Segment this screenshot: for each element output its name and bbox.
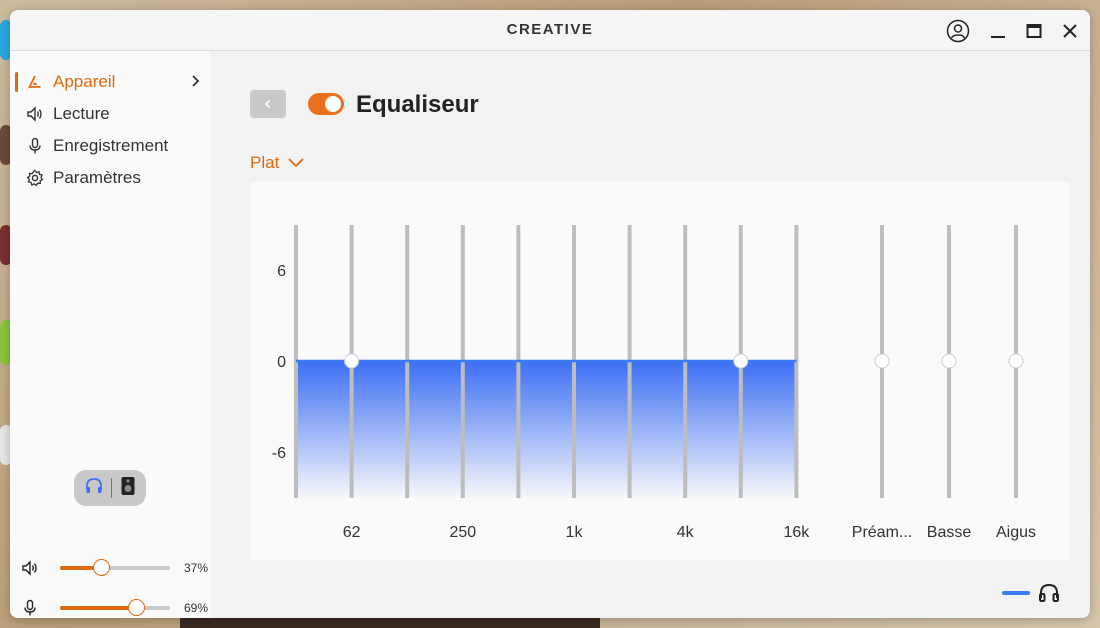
band-label: 16k bbox=[784, 524, 811, 541]
speaker-icon bbox=[20, 559, 40, 577]
band-label: 62 bbox=[343, 524, 361, 541]
mic-slider-row: 69% bbox=[20, 596, 210, 618]
y-tick-label: 0 bbox=[277, 354, 286, 371]
output-device-toggle[interactable] bbox=[74, 470, 146, 506]
extra-slider-handle bbox=[1008, 353, 1024, 369]
mic-slider-fill bbox=[60, 606, 136, 610]
sidebar-item-label: Paramètres bbox=[53, 168, 141, 187]
mic-slider[interactable] bbox=[60, 599, 170, 616]
equalizer-chart: 6 0 -6 62 250 1k 4k 16k Préam... Basse Aigus bbox=[272, 225, 1036, 541]
title-bar: CREATIVE bbox=[10, 10, 1090, 51]
sidebar: Appareil Lecture Enregistrement Paramètr… bbox=[10, 51, 210, 618]
minimize-icon bbox=[991, 36, 1005, 38]
main-content: Equaliseur Plat 6 0 -6 62 250 1k 4k 16k Préam...… bbox=[210, 51, 1090, 618]
legend-line bbox=[1002, 591, 1030, 595]
app-window: CREATIVE Appareil Lecture Enregistrement… bbox=[10, 10, 1090, 618]
sidebar-item-appareil[interactable]: Appareil bbox=[10, 68, 210, 96]
volume-slider-handle[interactable] bbox=[92, 559, 110, 576]
gear-icon bbox=[25, 168, 45, 188]
band-label: 1k bbox=[566, 524, 584, 541]
maximize-button[interactable] bbox=[1021, 18, 1047, 44]
y-tick-label: 6 bbox=[277, 263, 286, 280]
y-tick-label: -6 bbox=[272, 445, 286, 462]
volume-percent: 37% bbox=[184, 561, 209, 575]
brand-logo: CREATIVE bbox=[506, 21, 594, 38]
band-slider-handle bbox=[733, 353, 749, 369]
sidebar-item-label: Lecture bbox=[53, 104, 110, 123]
headphones-icon bbox=[1037, 581, 1061, 610]
sidebar-item-label: Enregistrement bbox=[53, 136, 169, 155]
sidebar-item-parametres[interactable]: Paramètres bbox=[10, 164, 210, 192]
preset-value: Plat bbox=[250, 153, 280, 172]
sidebar-item-enregistrement[interactable]: Enregistrement bbox=[10, 132, 210, 160]
mic-percent: 69% bbox=[184, 601, 209, 615]
headphones-icon[interactable] bbox=[84, 476, 104, 501]
maximize-icon bbox=[1026, 24, 1042, 38]
desktop-background bbox=[180, 618, 600, 628]
user-icon bbox=[946, 19, 970, 43]
preset-dropdown[interactable]: Plat bbox=[250, 153, 305, 173]
chevron-left-icon bbox=[264, 99, 271, 109]
extra-slider-label: Basse bbox=[927, 524, 972, 541]
band-label: 4k bbox=[677, 524, 695, 541]
active-indicator bbox=[15, 72, 18, 92]
band-label: 250 bbox=[449, 524, 476, 541]
mic-icon bbox=[20, 599, 40, 617]
volume-slider[interactable] bbox=[60, 559, 170, 576]
extra-slider-handle bbox=[874, 353, 890, 369]
sidebar-item-lecture[interactable]: Lecture bbox=[10, 100, 210, 128]
extra-slider-label: Aigus bbox=[996, 524, 1036, 541]
toggle-divider bbox=[111, 478, 113, 498]
equalizer-toggle[interactable] bbox=[308, 93, 344, 115]
back-button[interactable] bbox=[250, 90, 286, 118]
close-button[interactable] bbox=[1057, 18, 1083, 44]
account-button[interactable] bbox=[945, 18, 971, 44]
device-icon bbox=[25, 72, 45, 92]
chevron-right-icon bbox=[190, 73, 202, 94]
close-icon bbox=[1063, 24, 1077, 38]
extra-slider-label: Préam... bbox=[852, 524, 912, 541]
sidebar-item-label: Appareil bbox=[53, 72, 116, 91]
chevron-down-icon bbox=[288, 158, 304, 168]
mic-icon bbox=[25, 136, 45, 156]
band-slider-handle bbox=[344, 353, 360, 369]
speaker-icon bbox=[25, 104, 45, 124]
speaker-box-icon[interactable] bbox=[120, 476, 136, 501]
minimize-button[interactable] bbox=[985, 18, 1011, 44]
volume-slider-row: 37% bbox=[20, 556, 210, 580]
eq-curve-fill bbox=[296, 361, 797, 498]
mic-slider-handle[interactable] bbox=[127, 599, 145, 616]
extra-slider-handle bbox=[941, 353, 957, 369]
page-title: Equaliseur bbox=[356, 91, 479, 118]
toggle-knob bbox=[325, 96, 341, 112]
equalizer-panel: 6 0 -6 62 250 1k 4k 16k Préam... Basse Aigus bbox=[250, 182, 1070, 560]
